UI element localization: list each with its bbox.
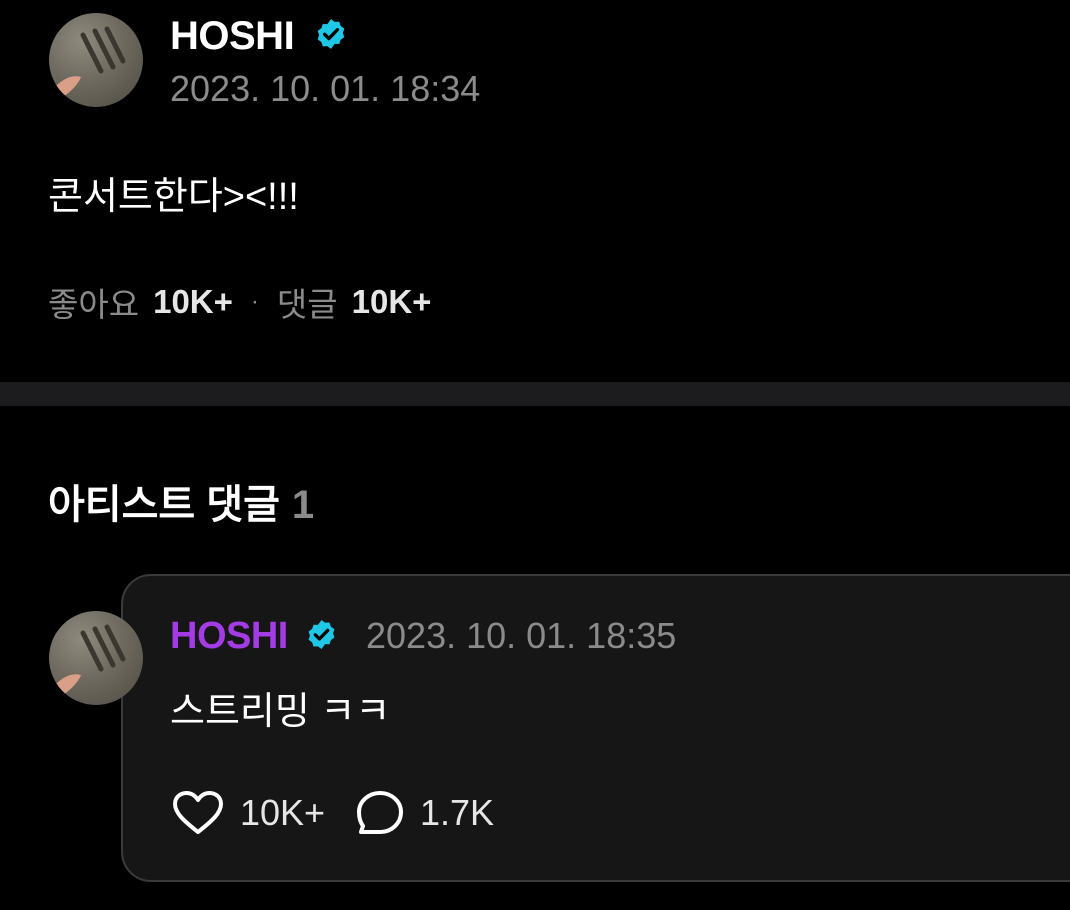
comment-likes-count: 10K+	[240, 792, 326, 833]
comment-body: 스트리밍 ㅋㅋ	[170, 691, 391, 733]
likes-label: 좋아요	[48, 286, 140, 323]
heart-icon	[173, 791, 223, 834]
post-stats: 좋아요 10K+ · 댓글 10K+	[48, 278, 431, 326]
reply-button[interactable]: 1.7K	[356, 790, 494, 836]
artist-comments-label: 아티스트 댓글	[48, 483, 280, 527]
verified-badge-icon	[317, 19, 345, 49]
stats-separator: ·	[250, 288, 259, 315]
artist-comments-title: 아티스트 댓글 1	[48, 472, 314, 530]
verified-badge-icon	[308, 620, 335, 649]
post-author-avatar[interactable]	[49, 13, 143, 107]
comment-author-avatar[interactable]	[49, 611, 143, 705]
like-button[interactable]: 10K+	[172, 790, 325, 836]
comment-timestamp: 2023. 10. 01. 18:35	[366, 615, 677, 656]
post-timestamp: 2023. 10. 01. 18:34	[170, 68, 481, 109]
comment-bubble-icon	[357, 791, 403, 834]
artist-comments-count: 1	[291, 483, 315, 527]
section-divider	[0, 382, 1070, 406]
likes-count[interactable]: 10K+	[153, 283, 233, 321]
comments-count[interactable]: 10K+	[352, 283, 432, 321]
post-body: 콘서트한다><!!!	[48, 176, 299, 218]
comment-replies-count: 1.7K	[420, 792, 495, 833]
comments-label: 댓글	[276, 286, 338, 323]
post-author-name[interactable]: HOSHI	[170, 14, 295, 59]
comment-author-name[interactable]: HOSHI	[170, 615, 288, 658]
